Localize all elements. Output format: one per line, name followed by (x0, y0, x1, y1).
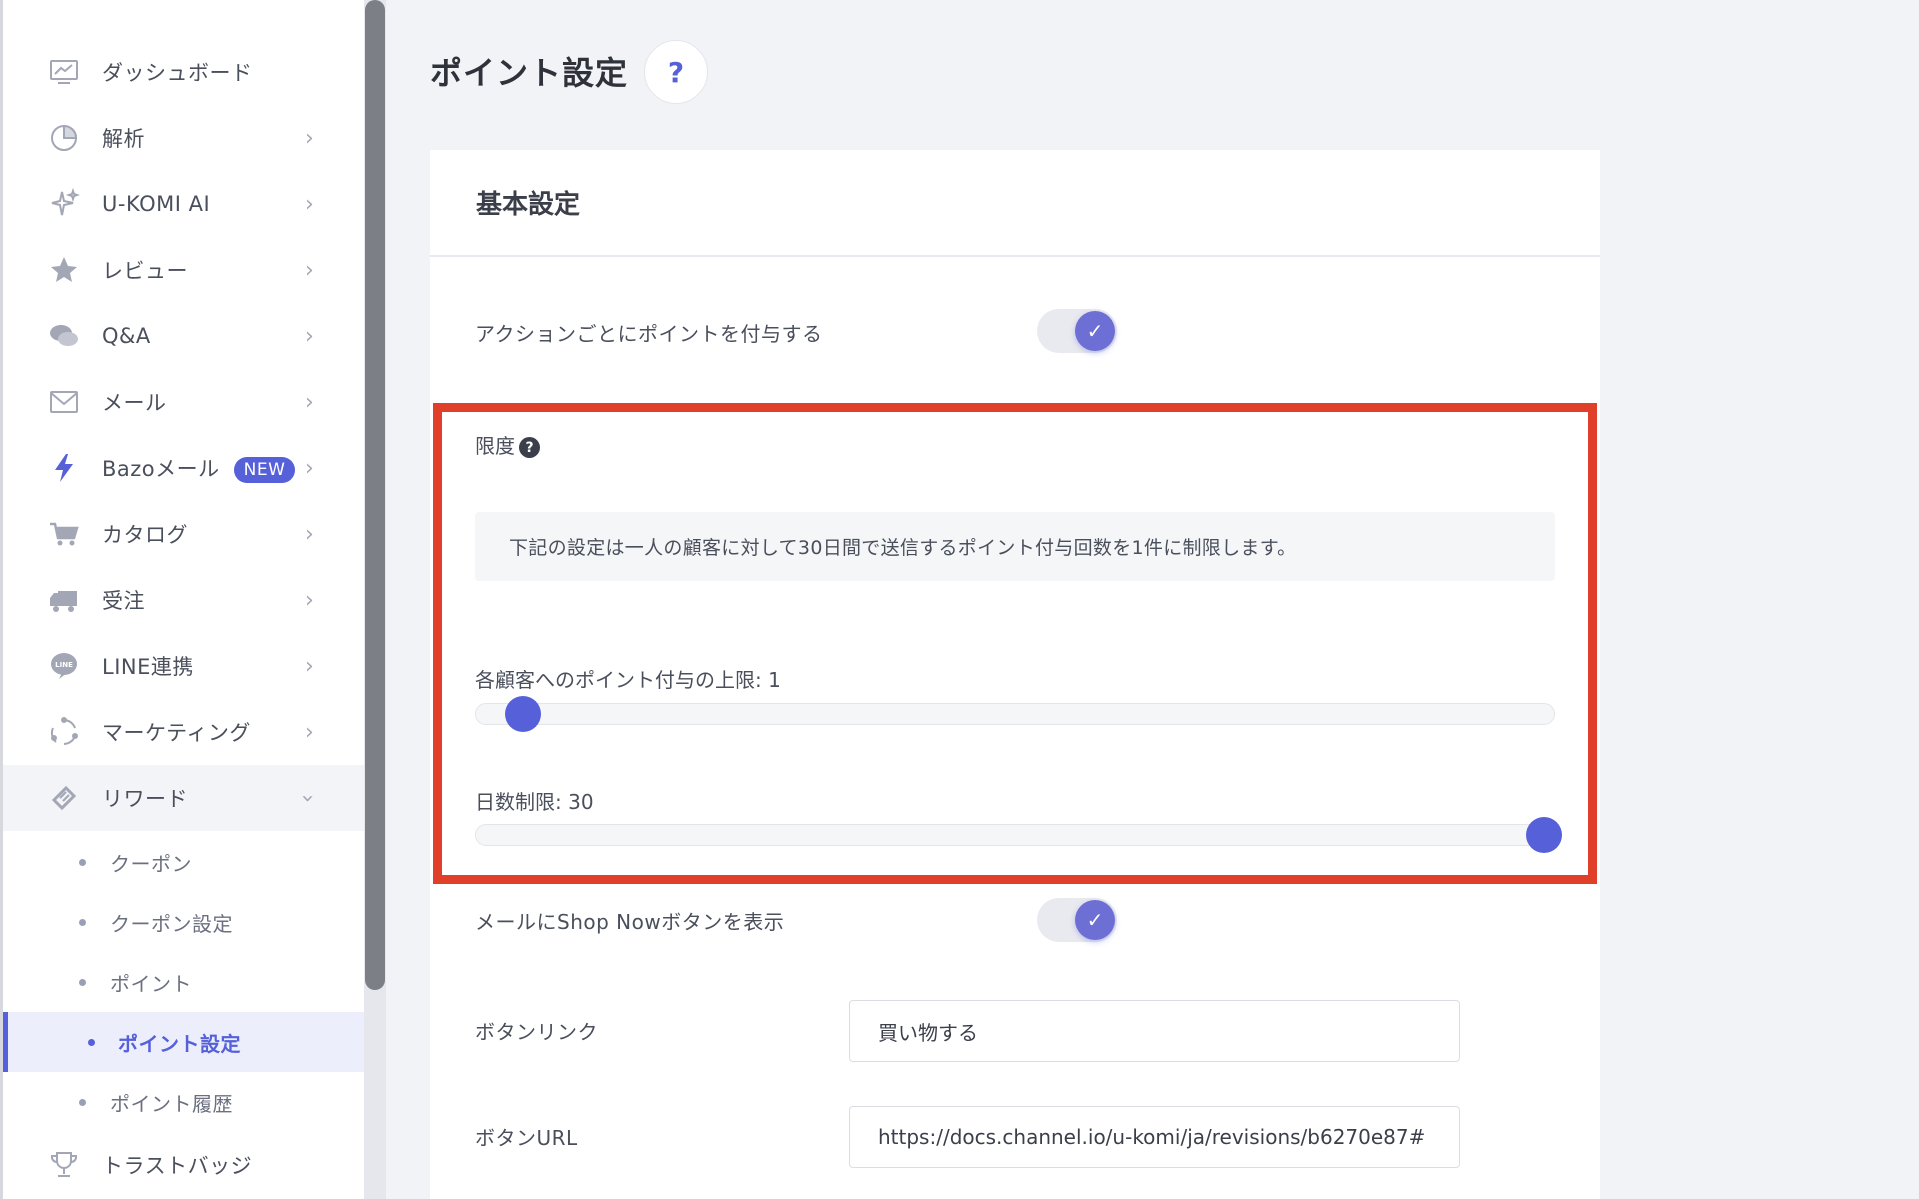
sidebar-item-label: メール (102, 391, 167, 415)
sidebar-item-label: 解析 (102, 127, 145, 151)
page-title: ポイント設定 (430, 54, 629, 92)
sidebar-item-catalog[interactable]: カタログ › (3, 501, 367, 567)
check-icon: ✓ (1075, 900, 1115, 940)
sidebar-item-label: LINE連携 (102, 655, 194, 679)
sparkle-icon (46, 186, 82, 222)
sidebar-subitem-point-settings[interactable]: ポイント設定 (3, 1012, 367, 1072)
sidebar-item-label: リワード (102, 787, 188, 811)
sidebar-subitem-coupon-settings[interactable]: クーポン設定 (3, 892, 367, 952)
help-button[interactable]: ? (644, 40, 708, 104)
button-url-label: ボタンURL (475, 1126, 578, 1150)
sidebar-item-mail[interactable]: メール › (3, 369, 367, 435)
sidebar-subitem-point-history[interactable]: ポイント履歴 (3, 1072, 367, 1132)
action-points-toggle[interactable]: ✓ (1037, 309, 1117, 353)
button-link-input[interactable]: 買い物する (849, 1000, 1460, 1062)
chevron-right-icon: › (305, 257, 314, 283)
lightning-icon (46, 450, 82, 486)
truck-icon (46, 582, 82, 618)
chat-bubbles-icon (46, 318, 82, 354)
sidebar-item-orders[interactable]: 受注 › (3, 567, 367, 633)
sidebar-item-label: U-KOMI AI (102, 192, 211, 216)
chevron-right-icon: › (305, 653, 314, 679)
dashboard-chart-icon (46, 54, 82, 90)
per-customer-limit-label: 各顧客へのポイント付与の上限: 1 (475, 668, 781, 692)
chevron-right-icon: › (305, 455, 314, 481)
sidebar-item-analytics[interactable]: 解析 › (3, 105, 367, 171)
star-icon (46, 252, 82, 288)
limit-info-box: 下記の設定は一人の顧客に対して30日間で送信するポイント付与回数を1件に制限しま… (475, 512, 1555, 581)
svg-text:LINE: LINE (55, 661, 73, 669)
days-limit-slider-thumb[interactable] (1526, 817, 1562, 853)
sidebar-item-label: マーケティング (102, 721, 251, 745)
sidebar-subitem-label: ポイント履歴 (110, 1091, 233, 1116)
limit-section-highlight (433, 403, 1597, 884)
sidebar-item-qa[interactable]: Q&A › (3, 303, 367, 369)
sidebar-subitem-coupon[interactable]: クーポン (3, 832, 367, 892)
sidebar-item-reviews[interactable]: レビュー › (3, 237, 367, 303)
per-customer-limit-slider-track[interactable] (475, 703, 1555, 725)
per-customer-limit-slider-thumb[interactable] (505, 696, 541, 732)
sidebar-scrollbar-thumb[interactable] (365, 0, 385, 990)
days-limit-label: 日数制限: 30 (475, 790, 594, 814)
marketing-cycle-icon (46, 714, 82, 750)
chevron-right-icon: › (305, 191, 314, 217)
button-link-label: ボタンリンク (475, 1020, 598, 1044)
limit-title: 限度? (475, 430, 540, 459)
cart-icon (46, 516, 82, 552)
sidebar-subitem-points[interactable]: ポイント (3, 952, 367, 1012)
bullet-icon (79, 858, 86, 866)
bullet-icon (79, 978, 86, 986)
chevron-down-icon: › (294, 793, 320, 803)
sidebar-item-label: Bazoメール NEW (102, 453, 296, 483)
shop-now-label: メールにShop Nowボタンを表示 (475, 910, 785, 934)
card-header: 基本設定 (430, 150, 1600, 257)
sidebar-item-bazo-mail[interactable]: Bazoメール NEW › (3, 435, 367, 501)
chevron-right-icon: › (305, 719, 314, 745)
sidebar-item-label: トラストバッジ (102, 1154, 253, 1178)
sidebar: ダッシュボード 解析 › U-KOMI AI › レビュー › Q&A › メー… (0, 0, 367, 1199)
sidebar-subitem-label: ポイント設定 (118, 1031, 241, 1056)
check-icon: ✓ (1075, 311, 1115, 351)
chevron-right-icon: › (305, 125, 314, 151)
bullet-icon (79, 918, 86, 926)
sidebar-subitem-label: ポイント (110, 971, 192, 996)
chevron-right-icon: › (305, 587, 314, 613)
limit-info-text: 下記の設定は一人の顧客に対して30日間で送信するポイント付与回数を1件に制限しま… (509, 537, 1297, 559)
days-limit-slider-track[interactable] (475, 824, 1555, 846)
sidebar-item-label: ダッシュボード (102, 61, 253, 85)
sidebar-subitem-label: クーポン (110, 851, 192, 876)
sidebar-item-marketing[interactable]: マーケティング › (3, 699, 367, 765)
new-badge: NEW (233, 457, 296, 483)
bullet-icon (79, 1098, 86, 1106)
chevron-right-icon: › (305, 323, 314, 349)
button-url-input[interactable]: https://docs.channel.io/u-komi/ja/revisi… (849, 1106, 1460, 1168)
shop-now-toggle[interactable]: ✓ (1037, 898, 1117, 942)
sidebar-item-ukomi-ai[interactable]: U-KOMI AI › (3, 171, 367, 237)
action-points-label: アクションごとにポイントを付与する (475, 322, 823, 346)
card-title: 基本設定 (476, 190, 581, 220)
sidebar-item-label: レビュー (102, 259, 188, 283)
chevron-right-icon: › (305, 521, 314, 547)
analytics-icon (46, 120, 82, 156)
chevron-right-icon: › (305, 389, 314, 415)
trophy-icon (46, 1147, 82, 1183)
sidebar-item-label: カタログ (102, 523, 188, 547)
sidebar-item-line[interactable]: LINE LINE連携 › (3, 633, 367, 699)
bullet-icon (88, 1038, 95, 1046)
question-circle-icon[interactable]: ? (519, 437, 540, 458)
sidebar-item-dashboard[interactable]: ダッシュボード (3, 39, 367, 105)
sidebar-item-rewards[interactable]: リワード › (3, 765, 367, 831)
line-icon: LINE (46, 648, 82, 684)
sidebar-subitem-label: クーポン設定 (110, 911, 233, 936)
sidebar-item-label: Q&A (102, 324, 151, 348)
mail-icon (46, 384, 82, 420)
question-icon: ? (667, 55, 685, 89)
sidebar-item-trust-badge[interactable]: トラストバッジ (3, 1132, 367, 1198)
sidebar-item-label: 受注 (102, 589, 145, 613)
ticket-icon (46, 780, 82, 816)
